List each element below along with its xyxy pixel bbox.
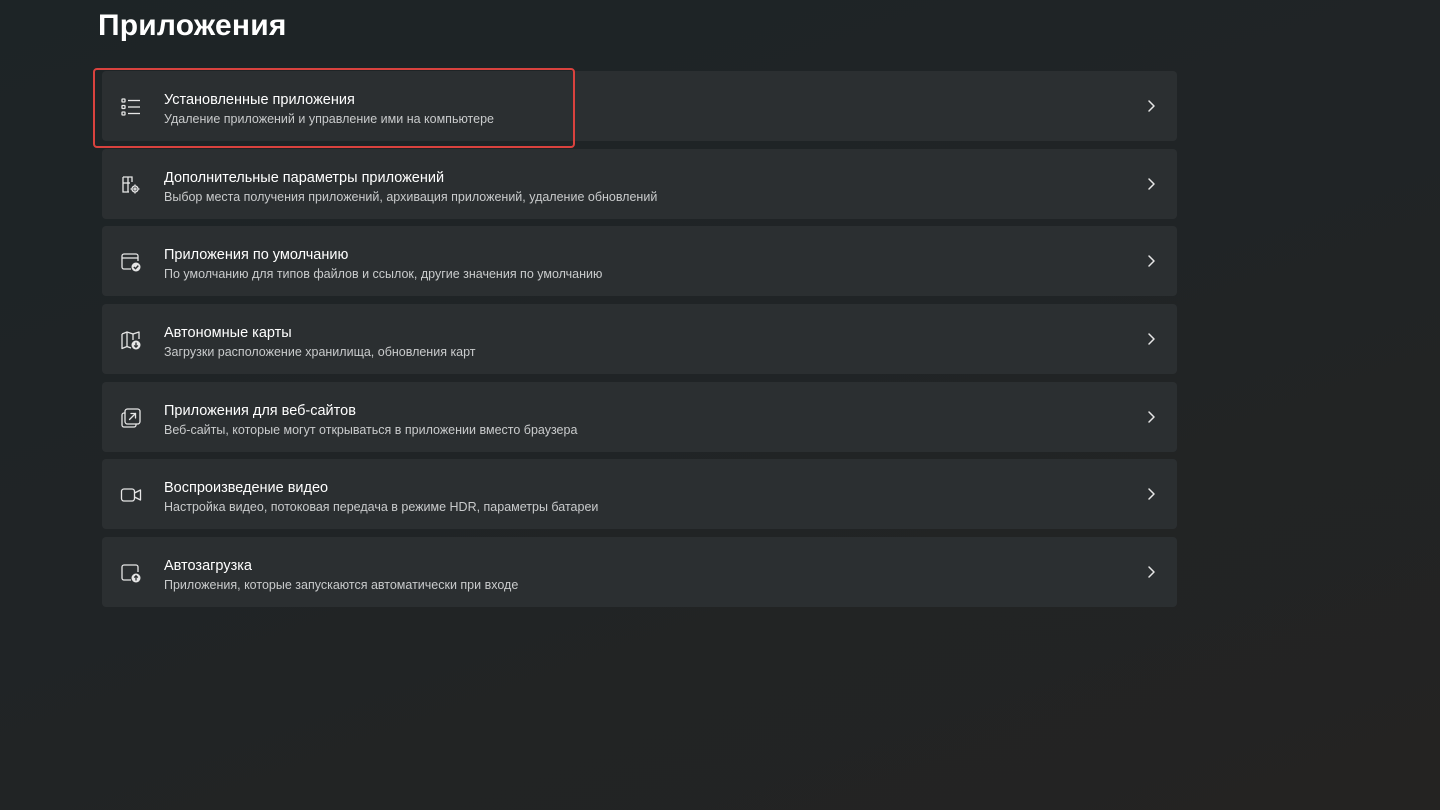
chevron-right-icon [1143,98,1159,114]
chevron-right-icon [1143,331,1159,347]
settings-item-apps-for-websites[interactable]: Приложения для веб-сайтов Веб-сайты, кот… [102,381,1177,452]
video-playback-icon [120,484,142,506]
settings-item-subtitle: По умолчанию для типов файлов и ссылок, … [164,267,603,282]
settings-item-title: Автономные карты [164,325,292,342]
settings-item-title: Воспроизведение видео [164,480,329,497]
settings-item-subtitle: Выбор места получения приложений, архива… [164,189,658,204]
settings-item-subtitle: Настройка видео, потоковая передача в ре… [164,500,599,515]
chevron-right-icon [1143,486,1159,502]
settings-item-video-playback[interactable]: Воспроизведение видео Настройка видео, п… [102,459,1177,530]
settings-item-title: Приложения для веб-сайтов [164,402,356,419]
startup-icon [120,562,142,584]
default-apps-icon [120,251,142,273]
settings-item-default-apps[interactable]: Приложения по умолчанию По умолчанию для… [102,226,1177,297]
advanced-app-settings-icon [120,174,142,196]
settings-item-startup[interactable]: Автозагрузка Приложения, которые запуска… [102,537,1177,608]
chevron-right-icon [1143,253,1159,269]
settings-list: Установленные приложения Удаление прилож… [102,71,1177,615]
settings-item-title: Установленные приложения [164,92,355,108]
settings-item-title: Дополнительные параметры приложений [164,169,445,186]
settings-item-subtitle: Загрузки расположение хранилища, обновле… [164,345,476,360]
settings-item-subtitle: Приложения, которые запускаются автомати… [164,578,519,593]
chevron-right-icon [1143,176,1159,192]
settings-item-advanced-app-settings[interactable]: Дополнительные параметры приложений Выбо… [102,148,1177,219]
apps-for-websites-icon [120,407,142,429]
offline-maps-icon [120,329,142,351]
page-title: Приложения [98,9,287,42]
chevron-right-icon [1143,409,1159,425]
chevron-right-icon [1143,564,1159,580]
installed-apps-list-icon [120,96,142,118]
settings-item-title: Автозагрузка [164,558,252,575]
settings-item-subtitle: Веб-сайты, которые могут открываться в п… [164,422,578,437]
settings-item-title: Приложения по умолчанию [164,247,349,264]
settings-item-installed-apps[interactable]: Установленные приложения Удаление прилож… [102,71,1177,141]
settings-item-subtitle: Удаление приложений и управление ими на … [164,112,494,126]
settings-item-offline-maps[interactable]: Автономные карты Загрузки расположение х… [102,304,1177,375]
